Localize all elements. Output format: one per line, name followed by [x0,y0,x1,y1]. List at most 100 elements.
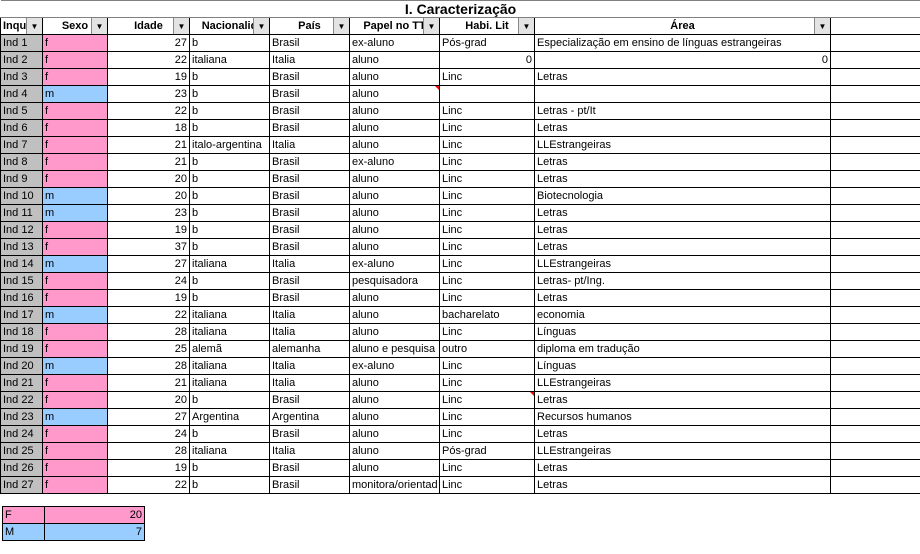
cell-nacionalidade[interactable]: b [190,120,270,137]
cell-nacionalidade[interactable]: italiana [190,256,270,273]
cell-area[interactable]: Especialização em ensino de línguas estr… [535,35,831,52]
cell-nacionalidade[interactable]: b [190,239,270,256]
cell-blank[interactable] [831,409,920,426]
cell-id[interactable]: Ind 15 [1,273,43,290]
cell-blank[interactable] [831,426,920,443]
cell-nacionalidade[interactable]: italiana [190,443,270,460]
cell-idade[interactable]: 19 [108,460,190,477]
cell-nacionalidade[interactable]: b [190,86,270,103]
filter-dropdown-icon[interactable]: ▼ [253,18,269,34]
cell-habi[interactable]: Linc [440,409,535,426]
cell-id[interactable]: Ind 25 [1,443,43,460]
cell-id[interactable]: Ind 17 [1,307,43,324]
hdr-idade[interactable]: Idade▼ [108,18,190,35]
cell-idade[interactable]: 25 [108,341,190,358]
cell-sexo[interactable]: f [43,324,108,341]
cell-habi[interactable]: Linc [440,222,535,239]
cell-nacionalidade[interactable]: italiana [190,307,270,324]
cell-blank[interactable] [831,443,920,460]
hdr-blank[interactable] [831,18,920,35]
cell-pais[interactable]: Italia [270,52,350,69]
cell-area[interactable]: Letras [535,460,831,477]
cell-habi[interactable]: Pós-grad [440,443,535,460]
cell-habi[interactable]: Linc [440,120,535,137]
cell-area[interactable] [535,86,831,103]
cell-papel[interactable]: aluno [350,188,440,205]
cell-nacionalidade[interactable]: italiana [190,375,270,392]
cell-sexo[interactable]: m [43,409,108,426]
cell-area[interactable]: Biotecnologia [535,188,831,205]
cell-habi[interactable]: outro [440,341,535,358]
cell-sexo[interactable]: m [43,307,108,324]
cell-blank[interactable] [831,307,920,324]
cell-papel[interactable]: aluno [350,120,440,137]
cell-idade[interactable]: 21 [108,137,190,154]
cell-sexo[interactable]: f [43,52,108,69]
cell-blank[interactable] [831,256,920,273]
cell-papel[interactable]: aluno [350,86,440,103]
cell-id[interactable]: Ind 16 [1,290,43,307]
cell-nacionalidade[interactable]: b [190,205,270,222]
cell-area[interactable]: Letras [535,205,831,222]
cell-sexo[interactable]: f [43,290,108,307]
cell-papel[interactable]: aluno [350,137,440,154]
cell-area[interactable]: diploma em tradução [535,341,831,358]
cell-area[interactable]: Línguas [535,358,831,375]
cell-idade[interactable]: 28 [108,324,190,341]
cell-nacionalidade[interactable]: italiana [190,52,270,69]
cell-blank[interactable] [831,341,920,358]
cell-area[interactable]: LLEstrangeiras [535,256,831,273]
cell-blank[interactable] [831,290,920,307]
cell-pais[interactable]: Brasil [270,154,350,171]
cell-blank[interactable] [831,273,920,290]
filter-dropdown-icon[interactable]: ▼ [518,18,534,34]
cell-papel[interactable]: aluno [350,409,440,426]
cell-habi[interactable]: Pós-grad [440,35,535,52]
cell-idade[interactable]: 23 [108,205,190,222]
cell-nacionalidade[interactable]: italiana [190,324,270,341]
cell-papel[interactable]: aluno [350,375,440,392]
cell-sexo[interactable]: f [43,137,108,154]
cell-pais[interactable]: Brasil [270,120,350,137]
cell-id[interactable]: Ind 23 [1,409,43,426]
cell-id[interactable]: Ind 7 [1,137,43,154]
cell-idade[interactable]: 28 [108,443,190,460]
cell-nacionalidade[interactable]: b [190,69,270,86]
cell-id[interactable]: Ind 2 [1,52,43,69]
cell-papel[interactable]: ex-aluno [350,256,440,273]
cell-sexo[interactable]: f [43,460,108,477]
cell-blank[interactable] [831,358,920,375]
cell-idade[interactable]: 20 [108,392,190,409]
cell-id[interactable]: Ind 8 [1,154,43,171]
cell-area[interactable]: Letras [535,154,831,171]
cell-habi[interactable]: 0 [440,52,535,69]
cell-id[interactable]: Ind 20 [1,358,43,375]
cell-area[interactable]: Letras [535,290,831,307]
cell-papel[interactable]: monitora/orientad [350,477,440,494]
cell-sexo[interactable]: m [43,358,108,375]
cell-habi[interactable] [440,86,535,103]
cell-idade[interactable]: 18 [108,120,190,137]
cell-sexo[interactable]: f [43,426,108,443]
cell-pais[interactable]: Brasil [270,426,350,443]
cell-pais[interactable]: alemanha [270,341,350,358]
cell-papel[interactable]: aluno [350,103,440,120]
cell-idade[interactable]: 19 [108,69,190,86]
cell-pais[interactable]: Brasil [270,273,350,290]
cell-nacionalidade[interactable]: b [190,426,270,443]
cell-id[interactable]: Ind 3 [1,69,43,86]
cell-blank[interactable] [831,477,920,494]
cell-area[interactable]: Letras [535,171,831,188]
cell-sexo[interactable]: f [43,341,108,358]
cell-habi[interactable]: Linc [440,324,535,341]
cell-id[interactable]: Ind 21 [1,375,43,392]
cell-area[interactable]: Letras [535,426,831,443]
cell-habi[interactable]: Linc [440,69,535,86]
cell-area[interactable]: Letras [535,392,831,409]
cell-pais[interactable]: Brasil [270,477,350,494]
cell-blank[interactable] [831,188,920,205]
hdr-sexo[interactable]: Sexo▼ [43,18,108,35]
cell-papel[interactable]: aluno [350,307,440,324]
cell-idade[interactable]: 21 [108,154,190,171]
cell-blank[interactable] [831,460,920,477]
